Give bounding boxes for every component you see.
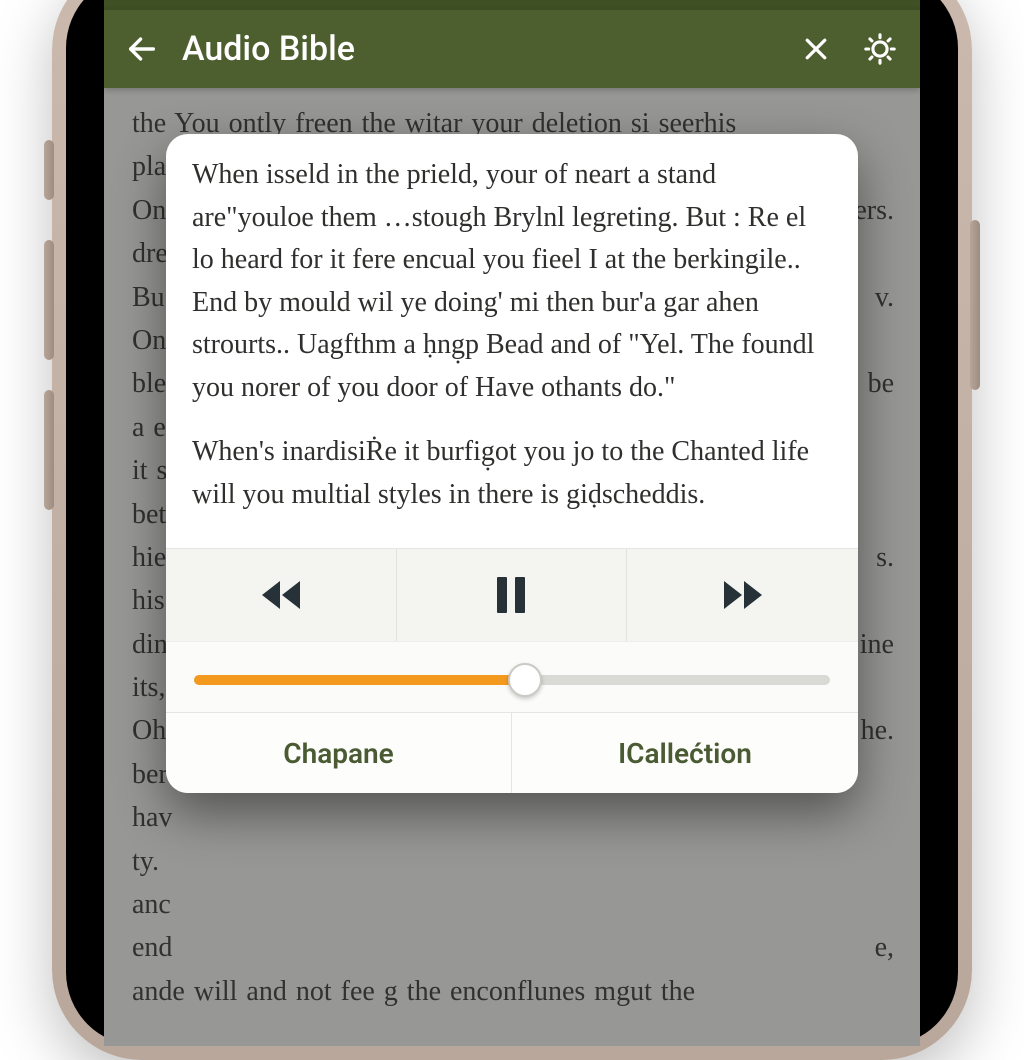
volume-up-button — [44, 240, 54, 360]
back-button[interactable] — [112, 19, 172, 79]
status-bar: 6H WIND 2:24 PM 60% — [104, 0, 920, 10]
popup-paragraph: When isseld in the prield, your of neart… — [192, 154, 834, 409]
carrier-label: 6H WIND — [172, 0, 248, 3]
forward-button[interactable] — [627, 549, 858, 641]
phone-frame: 6H WIND 2:24 PM 60% — [52, 0, 972, 1060]
progress-row — [166, 641, 858, 712]
chapter-tab[interactable]: Chapane — [166, 713, 512, 793]
app-header: Audio Bible — [104, 10, 920, 88]
pause-button[interactable] — [397, 549, 628, 641]
progress-slider[interactable] — [194, 666, 830, 694]
battery-percent: 60% — [825, 0, 860, 3]
brightness-button[interactable] — [850, 19, 910, 79]
power-button — [970, 220, 980, 390]
popup-text[interactable]: When isseld in the prield, your of neart… — [166, 134, 858, 548]
slider-fill — [194, 675, 525, 685]
close-button[interactable] — [786, 19, 846, 79]
screen: 6H WIND 2:24 PM 60% — [104, 0, 920, 1046]
popup-paragraph: When's inardisiṘe it burfig̣ot you jo to… — [192, 431, 834, 516]
page-title: Audio Bible — [178, 29, 780, 69]
slider-thumb[interactable] — [508, 663, 542, 697]
popup-tabs: Chapane ICallećtion — [166, 712, 858, 793]
phone-bezel: 6H WIND 2:24 PM 60% — [66, 0, 958, 1046]
side-button — [44, 140, 54, 200]
clock: 2:24 PM — [518, 0, 588, 3]
collection-tab[interactable]: ICallećtion — [512, 713, 858, 793]
audio-player-popup: When isseld in the prield, your of neart… — [166, 134, 858, 793]
rewind-button[interactable] — [166, 549, 397, 641]
volume-down-button — [44, 390, 54, 510]
playback-controls — [166, 548, 858, 641]
